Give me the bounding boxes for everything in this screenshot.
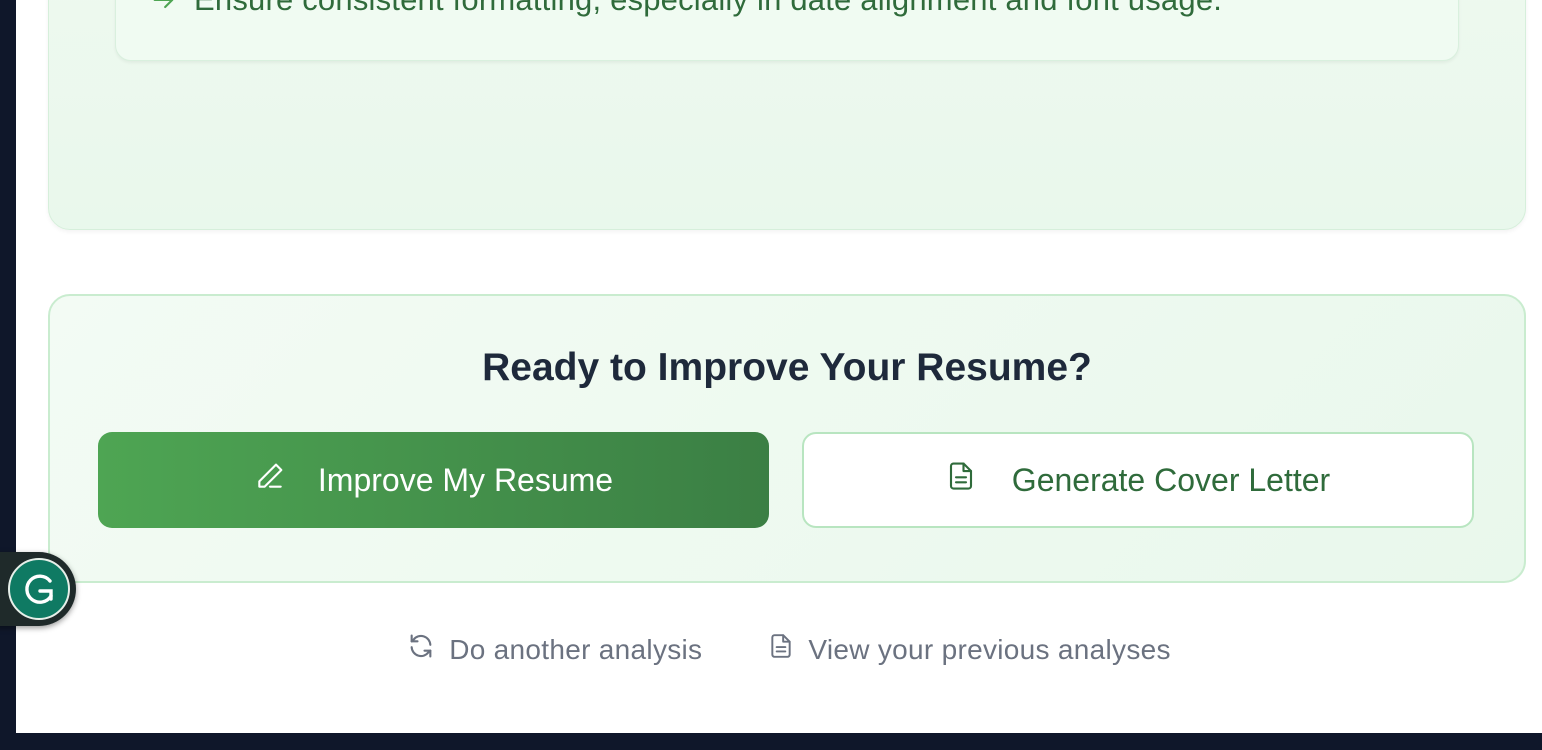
document-icon [768, 632, 794, 667]
arrow-right-icon [150, 0, 178, 14]
tip-row: Ensure consistent formatting, especially… [150, 0, 1222, 18]
grammarly-widget[interactable] [0, 552, 76, 626]
view-previous-analyses-link[interactable]: View your previous analyses [768, 632, 1171, 667]
page: Ensure consistent formatting, especially… [16, 0, 1542, 733]
view-previous-analyses-label: View your previous analyses [808, 633, 1171, 665]
tip-text: Ensure consistent formatting, especially… [194, 0, 1222, 18]
improve-resume-label: Improve My Resume [317, 461, 614, 498]
do-another-analysis-label: Do another analysis [449, 633, 703, 665]
suggestions-panel: Ensure consistent formatting, especially… [48, 0, 1526, 230]
document-icon [946, 460, 976, 500]
improve-resume-button[interactable]: Improve My Resume [98, 432, 769, 528]
refresh-icon [407, 632, 435, 667]
cta-panel: Ready to Improve Your Resume? Improve My… [48, 294, 1526, 583]
footer-links: Do another analysis View your previous a… [16, 632, 1542, 667]
grammarly-icon [8, 558, 70, 620]
pencil-icon [254, 460, 286, 500]
tip-card: Ensure consistent formatting, especially… [115, 0, 1459, 61]
cta-title: Ready to Improve Your Resume? [482, 346, 1092, 389]
generate-cover-letter-button[interactable]: Generate Cover Letter [802, 432, 1474, 528]
generate-cover-letter-label: Generate Cover Letter [1011, 461, 1331, 498]
do-another-analysis-link[interactable]: Do another analysis [407, 632, 702, 667]
